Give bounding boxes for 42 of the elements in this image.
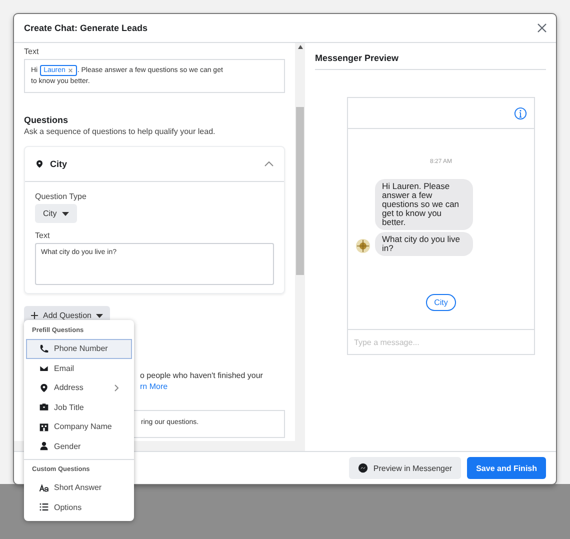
- plus-icon: [31, 312, 38, 319]
- save-button[interactable]: Save and Finish: [467, 457, 546, 479]
- chat-bubble: Hi Lauren. Please answer a few questions so we can get to know you better.: [375, 179, 473, 230]
- learn-more-link[interactable]: rn More: [140, 382, 168, 391]
- menu-item[interactable]: Address: [26, 378, 132, 398]
- menu-item[interactable]: Gender: [26, 436, 132, 456]
- chat-bubble: What city do you live in?: [375, 232, 473, 256]
- menu-item[interactable]: Short Answer: [26, 478, 132, 498]
- menu-item[interactable]: Company Name: [26, 417, 132, 436]
- field-label: Text: [24, 47, 40, 56]
- scrollbar[interactable]: [295, 43, 305, 441]
- menu-item[interactable]: Email: [26, 358, 132, 378]
- messenger-icon: [358, 463, 368, 473]
- section-description: Ask a sequence of questions to help qualify your lead.: [24, 127, 216, 136]
- briefcase-icon: [39, 402, 49, 412]
- info-icon[interactable]: [514, 106, 527, 120]
- location-pin-icon: [39, 382, 49, 393]
- section-title: Questions: [24, 115, 70, 125]
- preview-title: Messenger Preview: [315, 43, 546, 70]
- question-type-dropdown[interactable]: City: [35, 204, 77, 223]
- close-icon[interactable]: [536, 22, 548, 34]
- building-icon: [39, 422, 49, 432]
- list-icon: [39, 502, 49, 512]
- caret-icon: [96, 314, 104, 318]
- chevron-up-icon[interactable]: [264, 161, 274, 167]
- caret-icon: [62, 212, 69, 216]
- text-format-icon: [39, 482, 49, 493]
- menu-item[interactable]: Phone Number: [26, 339, 132, 358]
- avatar-icon: [356, 239, 370, 253]
- question-name: City: [50, 159, 68, 169]
- field-label: Text: [35, 231, 51, 240]
- preview-button[interactable]: Preview in Messenger: [349, 457, 462, 479]
- field-label: Question Type: [35, 192, 88, 201]
- envelope-icon: [39, 363, 49, 374]
- person-icon: [39, 441, 49, 452]
- location-pin-icon: [35, 159, 44, 169]
- quick-reply[interactable]: City: [426, 294, 456, 311]
- phone-icon: [39, 344, 49, 354]
- remove-icon[interactable]: [68, 68, 74, 73]
- menu-item[interactable]: Options: [26, 498, 132, 517]
- scroll-up-icon[interactable]: [298, 45, 302, 49]
- dialog-title: Create Chat: Generate Leads: [24, 23, 148, 33]
